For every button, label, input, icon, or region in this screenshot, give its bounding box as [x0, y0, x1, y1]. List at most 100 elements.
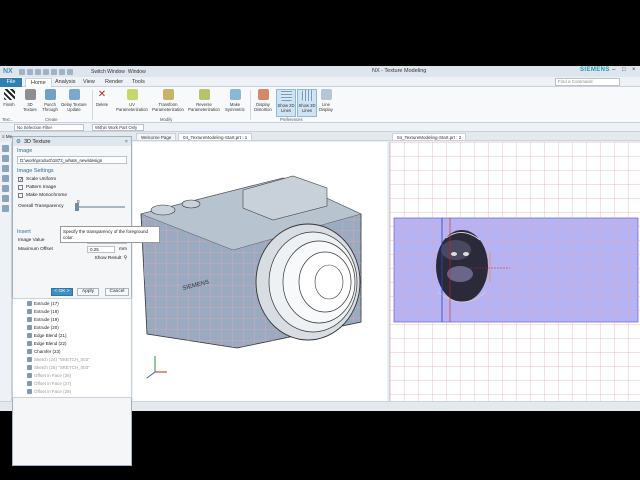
finish-button[interactable]: Finish [2, 89, 16, 117]
command-search-input[interactable]: Find a Command [555, 78, 620, 86]
save-icon[interactable] [19, 68, 25, 75]
texture-dialog-icon: ⚙ [16, 138, 21, 145]
show-result-label[interactable]: Show Result [95, 256, 122, 261]
apply-button[interactable]: Apply [77, 288, 99, 296]
finish-flag-icon [3, 89, 15, 100]
tab-tools[interactable]: Tools [127, 78, 150, 87]
display-distortion-button[interactable]: Display Distortion [252, 89, 274, 117]
transform-icon [162, 89, 174, 100]
texture-grid-view [390, 142, 640, 411]
copy-icon[interactable] [51, 68, 57, 75]
transparency-slider-thumb[interactable] [75, 203, 79, 211]
selection-filter-bar: No Selection Filter Within Work Part Onl… [0, 123, 640, 132]
tree-row[interactable]: Extrude (18) [13, 307, 131, 315]
tab-part-view-2[interactable]: 04_TextureModeling-Start.prt : 2 [392, 133, 467, 141]
group-label-preferences: Preferences [280, 117, 303, 122]
tree-row[interactable]: Sketch (24) "SKETCH_003" [13, 355, 131, 363]
cancel-button[interactable]: Cancel [105, 288, 129, 296]
tab-render[interactable]: Render [100, 78, 128, 87]
window-menu[interactable]: Window [128, 69, 146, 75]
reverse-parameterization-button[interactable]: Reverse Parameterization [186, 89, 222, 117]
switch-window-button[interactable]: Switch Window [91, 69, 125, 75]
delete-button[interactable]: ✕ Delete [94, 89, 110, 117]
transform-parameterization-button[interactable]: Transform Parameterization [150, 89, 186, 117]
lines-3d-icon [301, 90, 313, 101]
3d-texture-button[interactable]: 3D Texture [20, 89, 40, 117]
dialog-title-bar: ⚙ 3D Texture × [13, 137, 131, 146]
roles-icon[interactable] [2, 205, 9, 212]
group-label-modify: Modify [160, 117, 173, 122]
make-monochrome-checkbox[interactable] [18, 192, 23, 198]
history-icon[interactable] [2, 175, 9, 182]
tree-row[interactable]: Extrude (19) [13, 315, 131, 323]
minimize-icon[interactable]: – [612, 67, 615, 73]
tree-row[interactable]: Sketch (25) "SKETCH_003" [13, 363, 131, 371]
line-display-button[interactable]: Line Display [318, 89, 334, 117]
tree-row[interactable]: Edge Blend (21) [13, 331, 131, 339]
file-menu[interactable]: File [0, 78, 22, 87]
lines-2d-icon [280, 90, 292, 101]
maximize-icon[interactable]: □ [622, 67, 626, 73]
undo-icon[interactable] [27, 68, 33, 75]
punch-icon [44, 89, 56, 100]
constraint-icon[interactable] [2, 165, 9, 172]
tree-row-label: Extrude (19) [34, 316, 59, 322]
cut-icon[interactable] [43, 68, 49, 75]
feature-icon [27, 300, 32, 306]
transparency-label: Overall Transparency [18, 204, 64, 209]
transparency-slider[interactable] [75, 203, 125, 211]
redo-icon[interactable] [35, 68, 41, 75]
pattern-image-row[interactable]: Pattern Image [13, 183, 131, 191]
tab-welcome-page[interactable]: Welcome Page [136, 133, 177, 141]
tab-part-view-1[interactable]: 04_TextureModeling-Start.prt : 1 [178, 133, 253, 141]
tree-row[interactable]: Extrude (20) [13, 323, 131, 331]
navigator-icon[interactable] [2, 145, 9, 152]
ribbon: Finish 3D Texture Punch Through Delay Te… [0, 87, 640, 123]
scale-uniform-row[interactable]: ✓ Scale Uniform [13, 175, 131, 183]
max-offset-label: Maximum Offset [18, 247, 53, 252]
ribbon-tabs: File Home Analysis View Render Tools Fin… [0, 77, 640, 87]
dialog-close-icon[interactable]: × [125, 139, 128, 145]
punch-through-button[interactable]: Punch Through [40, 89, 60, 117]
ok-button[interactable]: < OK > [51, 288, 73, 296]
tree-row[interactable]: Offset in Face (27) [13, 379, 131, 387]
tab-analysis[interactable]: Analysis [50, 78, 80, 87]
tab-view[interactable]: View [78, 78, 100, 87]
uv-parameterization-button[interactable]: UV Parameterization [114, 89, 150, 117]
graphics-window-2d[interactable] [389, 142, 640, 411]
tree-row[interactable]: Edge Blend (22) [13, 339, 131, 347]
max-offset-unit[interactable]: mm [119, 247, 127, 252]
tree-row-label: Edge Blend (21) [34, 332, 67, 338]
image-settings-header[interactable]: Image Settings [13, 166, 131, 175]
resource-bar [0, 142, 12, 411]
tree-row[interactable]: Extrude (17) [13, 299, 131, 307]
image-path-field[interactable]: D:\work\product\1872_whats_new\design [17, 156, 127, 164]
graphics-window-3d[interactable]: SIEMENS [133, 142, 387, 411]
palette-icon[interactable] [2, 195, 9, 202]
repeat-icon[interactable] [67, 68, 73, 75]
type-filter-dropdown[interactable]: No Selection Filter [14, 124, 84, 131]
paste-icon[interactable] [59, 68, 65, 75]
show-3d-lines-button[interactable]: Show 3D Lines [297, 89, 317, 117]
make-monochrome-row[interactable]: Make Monochrome [13, 191, 131, 199]
group-label-text: Text... [2, 117, 14, 122]
assembly-icon[interactable] [2, 155, 9, 162]
image-section-header[interactable]: Image [13, 146, 131, 155]
texture-3d-icon [24, 89, 36, 100]
tree-row[interactable]: Chamfer (23) [13, 347, 131, 355]
show-result-row[interactable]: Show Result ⚲ [13, 254, 131, 263]
scope-filter-dropdown[interactable]: Within Work Part Only [92, 124, 144, 131]
tree-row-label: Offset in Face (28) [34, 388, 72, 394]
scale-uniform-checkbox[interactable]: ✓ [18, 176, 23, 182]
close-icon[interactable]: × [632, 67, 636, 73]
magnifier-icon[interactable]: ⚲ [123, 256, 127, 261]
delay-texture-update-button[interactable]: Delay Texture Update [60, 89, 88, 117]
make-symmetric-button[interactable]: Make Symmetric [222, 89, 248, 117]
web-browser-icon[interactable] [2, 185, 9, 192]
tree-row[interactable]: Offset in Face (26) [13, 371, 131, 379]
pattern-image-checkbox[interactable] [18, 184, 23, 190]
show-2d-lines-button[interactable]: Show 2D Lines [276, 89, 296, 117]
max-offset-input[interactable]: 0.25 [87, 246, 115, 253]
tree-row[interactable]: Offset in Face (28) [13, 387, 131, 395]
tab-home[interactable]: Home [25, 78, 52, 87]
